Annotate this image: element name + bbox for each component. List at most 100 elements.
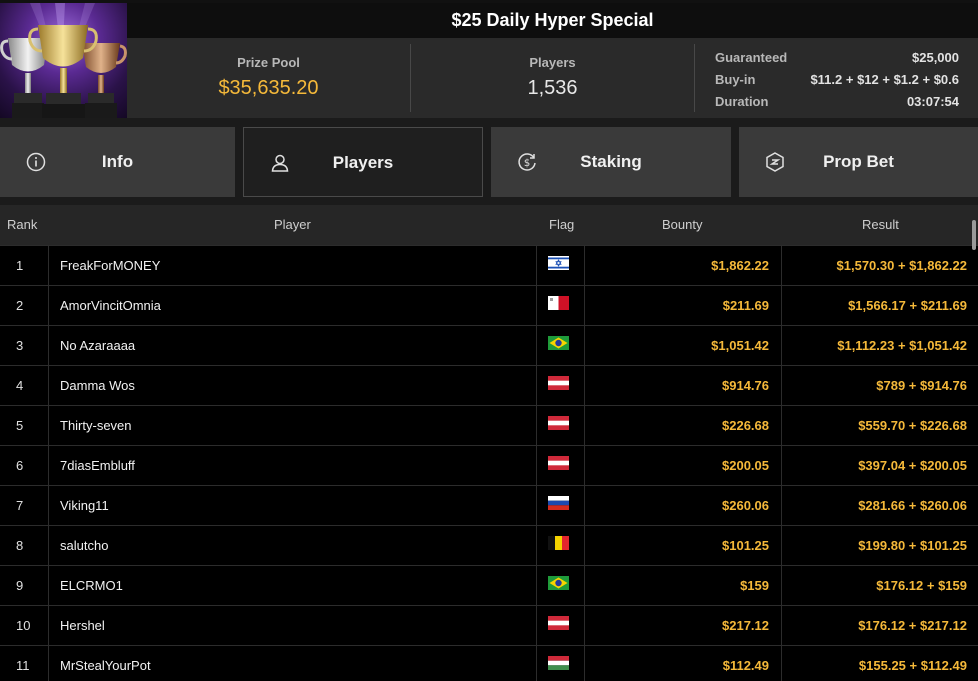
bounty-cell: $112.49: [722, 658, 769, 673]
players-table: Rank Player Flag Bounty Result 1 FreakFor…: [0, 205, 978, 681]
player-name[interactable]: MrStealYourPot: [48, 646, 536, 681]
bounty-cell: $914.76: [722, 378, 769, 393]
austria-flag-icon: [548, 376, 569, 390]
result-cell: $789 + $914.76: [876, 378, 967, 393]
table-header: Rank Player Flag Bounty Result: [0, 205, 978, 245]
result-cell: $397.04 + $200.05: [858, 458, 967, 473]
trophy-icon: [0, 3, 127, 118]
flag-cell: [536, 366, 584, 405]
flag-cell: [536, 566, 584, 605]
israel-flag-icon: [548, 256, 569, 270]
table-row[interactable]: 10 Hershel $217.12 $176.12 + $217.12: [0, 605, 978, 646]
austria-flag-icon: [548, 456, 569, 470]
detail-label: Buy-in: [715, 72, 756, 87]
player-name[interactable]: No Azaraaaa: [48, 326, 536, 365]
rank-cell: 7: [16, 498, 24, 513]
column-rank[interactable]: Rank: [7, 205, 37, 245]
tournament-title: $25 Daily Hyper Special: [127, 3, 978, 38]
rank-cell: 6: [16, 458, 24, 473]
bounty-cell: $1,862.22: [711, 258, 769, 273]
flag-cell: [536, 406, 584, 445]
table-row[interactable]: 2 AmorVincitOmnia $211.69 $1,566.17 + $211.…: [0, 285, 978, 326]
austria-flag-icon: [548, 616, 569, 630]
table-row[interactable]: 3 No Azaraaaa $1,051.42 $1,112.23 + $1,051.…: [0, 325, 978, 366]
table-row[interactable]: 8 salutcho $101.25 $199.80 + $101.25: [0, 525, 978, 566]
flag-cell: [536, 606, 584, 645]
table-row[interactable]: 7 Viking11 $260.06 $281.66 + $260.06: [0, 485, 978, 526]
table-row[interactable]: 6 7diasEmbluff $200.05 $397.04 + $200.05: [0, 445, 978, 486]
table-row[interactable]: 4 Damma Wos $914.76 $789 + $914.76: [0, 365, 978, 406]
player-name[interactable]: Damma Wos: [48, 366, 536, 405]
detail-guaranteed: Guaranteed $25,000: [715, 47, 959, 69]
players-value: 1,536: [527, 77, 578, 99]
player-name[interactable]: AmorVincitOmnia: [48, 286, 536, 325]
detail-buy-in: Buy-in $11.2 + $12 + $1.2 + $0.6: [715, 69, 959, 91]
prize-pool-label: Prize Pool: [237, 55, 300, 70]
rank-cell: 4: [16, 378, 24, 393]
rank-cell: 5: [16, 418, 24, 433]
flag-cell: [536, 286, 584, 325]
player-name[interactable]: FreakForMONEY: [48, 246, 536, 285]
player-name[interactable]: Thirty-seven: [48, 406, 536, 445]
player-name[interactable]: Viking11: [48, 486, 536, 525]
detail-label: Guaranteed: [715, 50, 788, 65]
result-cell: $1,566.17 + $211.69: [848, 298, 967, 313]
brazil-flag-icon: [548, 576, 569, 590]
detail-value: $11.2 + $12 + $1.2 + $0.6: [810, 72, 959, 87]
flag-cell: [536, 486, 584, 525]
bounty-cell: $1,051.42: [711, 338, 769, 353]
rank-cell: 11: [16, 658, 30, 673]
bounty-cell: $211.69: [722, 298, 769, 313]
result-cell: $1,112.23 + $1,051.42: [837, 338, 967, 353]
column-player[interactable]: Player: [274, 205, 311, 245]
result-cell: $559.70 + $226.68: [858, 418, 967, 433]
player-name[interactable]: 7diasEmbluff: [48, 446, 536, 485]
tab-label: Prop Bet: [823, 152, 894, 171]
column-result[interactable]: Result: [862, 205, 899, 245]
flag-cell: [536, 246, 584, 285]
tab-info[interactable]: Info: [0, 127, 235, 197]
bounty-cell: $260.06: [722, 498, 769, 513]
austria-flag-icon: [548, 416, 569, 430]
prize-pool: Prize Pool $35,635.20: [127, 38, 410, 118]
belgium-flag-icon: [548, 536, 569, 550]
player-name[interactable]: salutcho: [48, 526, 536, 565]
column-flag[interactable]: Flag: [549, 205, 574, 245]
detail-label: Duration: [715, 94, 769, 109]
russia-flag-icon: [548, 496, 569, 510]
malta-flag-icon: [548, 296, 569, 310]
table-row[interactable]: 9 ELCRMO1 $159 $176.12 + $159: [0, 565, 978, 606]
rank-cell: 9: [16, 578, 24, 593]
flag-cell: [536, 446, 584, 485]
player-name[interactable]: ELCRMO1: [48, 566, 536, 605]
divider: [694, 44, 695, 112]
result-cell: $176.12 + $159: [876, 578, 967, 593]
flag-cell: [536, 526, 584, 565]
table-row[interactable]: 1 FreakForMONEY $1,862.22 $1,570.30 + $1,86…: [0, 245, 978, 286]
flag-cell: [536, 326, 584, 365]
tab-players[interactable]: Players: [243, 127, 483, 197]
player-name[interactable]: Hershel: [48, 606, 536, 645]
players-count: Players 1,536: [411, 38, 694, 118]
result-cell: $281.66 + $260.06: [858, 498, 967, 513]
bounty-cell: $101.25: [722, 538, 769, 553]
detail-value: 03:07:54: [906, 94, 959, 109]
tab-label: Players: [332, 153, 394, 172]
rank-cell: 8: [16, 538, 24, 553]
scrollbar[interactable]: [972, 220, 976, 250]
column-bounty[interactable]: Bounty: [662, 205, 702, 245]
rank-cell: 10: [16, 618, 31, 633]
table-row[interactable]: 5 Thirty-seven $226.68 $559.70 + $226.68: [0, 405, 978, 446]
hungary-flag-icon: [548, 656, 569, 670]
detail-duration: Duration 03:07:54: [715, 91, 959, 113]
players-label: Players: [529, 55, 576, 70]
tab-prop-bet[interactable]: Prop Bet: [739, 127, 978, 197]
table-row[interactable]: 11 MrStealYourPot $112.49 $155.25 + $112.49: [0, 645, 978, 681]
tab-staking[interactable]: $ Staking: [491, 127, 731, 197]
tournament-header: $25 Daily Hyper Special Prize Pool $35,6…: [0, 0, 978, 118]
bounty-cell: $217.12: [722, 618, 769, 633]
rank-cell: 3: [16, 338, 24, 353]
bounty-cell: $159: [740, 578, 769, 593]
bounty-cell: $226.68: [722, 418, 769, 433]
prize-pool-value: $35,635.20: [218, 77, 319, 99]
